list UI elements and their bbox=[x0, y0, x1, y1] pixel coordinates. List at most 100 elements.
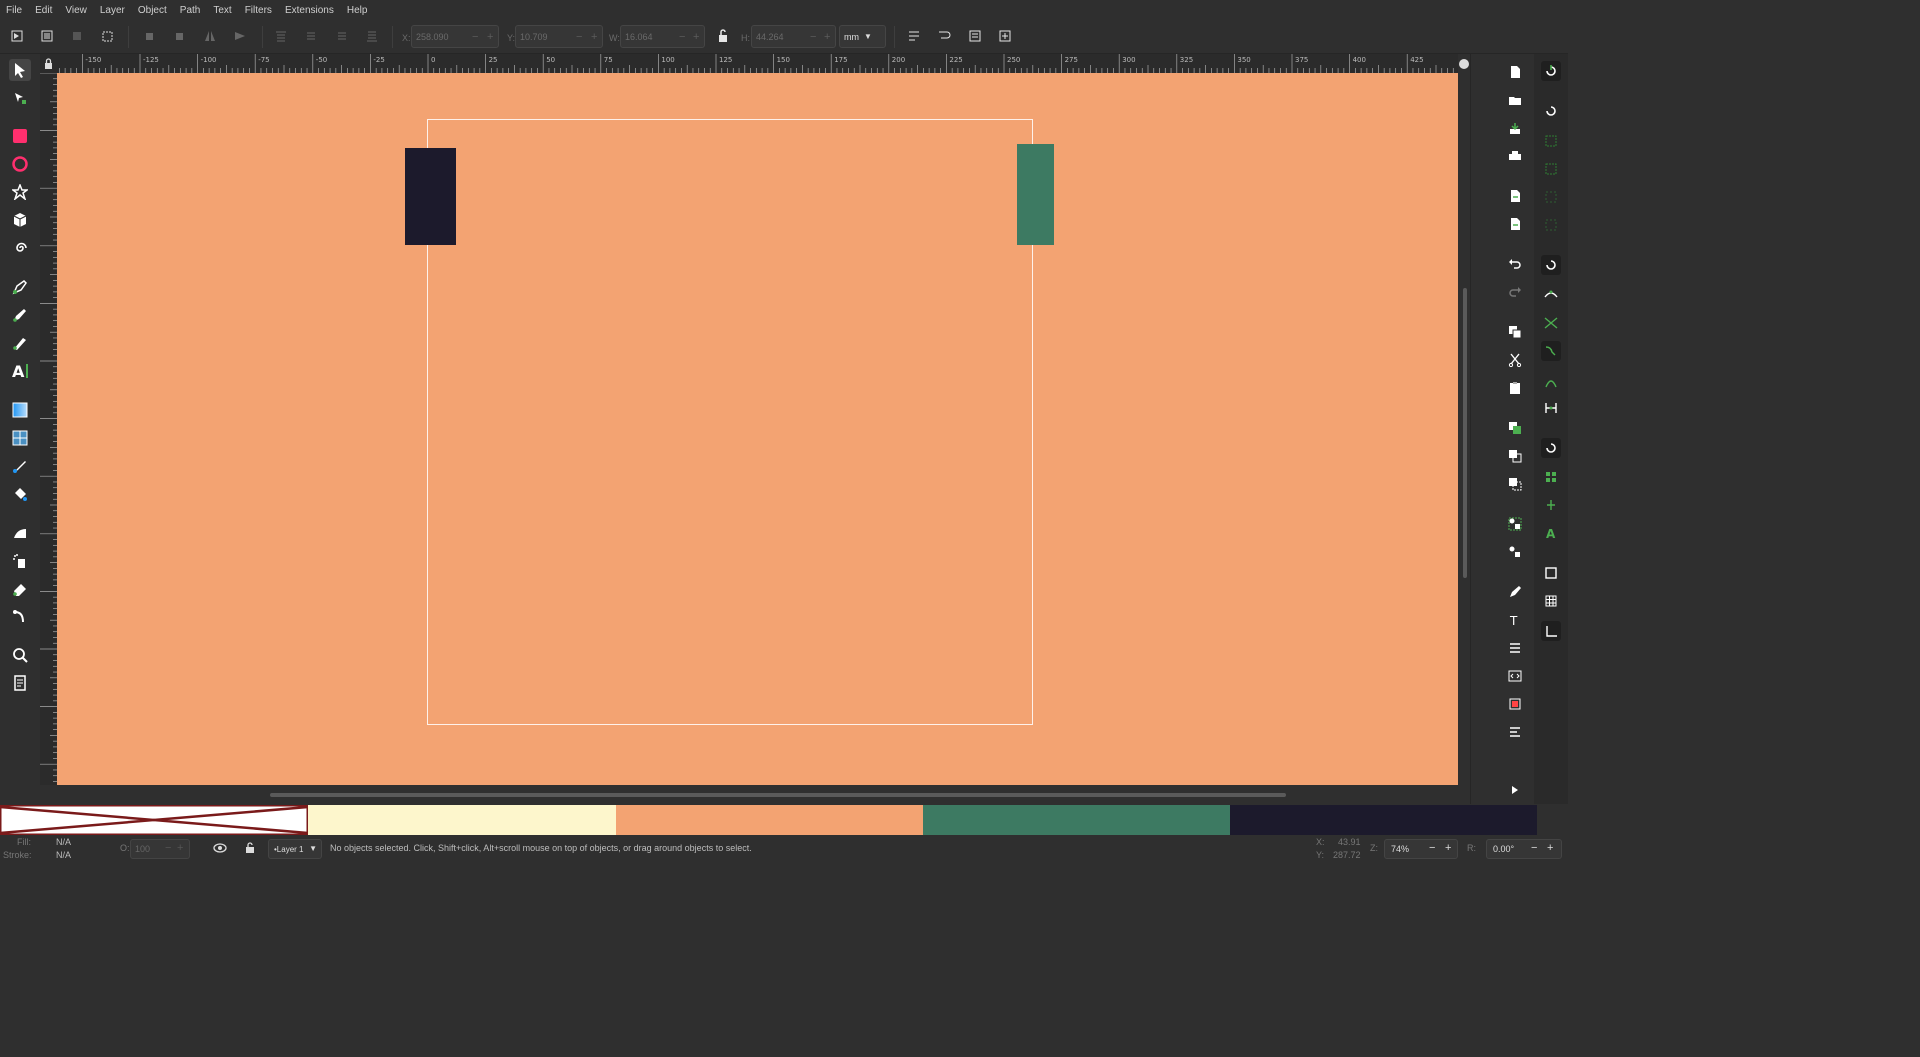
rectangle-tool-icon[interactable] bbox=[9, 125, 31, 147]
w-field[interactable]: 16.064 − + bbox=[620, 25, 705, 48]
menu-edit[interactable]: Edit bbox=[35, 5, 52, 16]
fill-stroke-icon[interactable] bbox=[1507, 584, 1523, 600]
touch-select-icon[interactable] bbox=[99, 27, 117, 45]
scale-radii-icon[interactable] bbox=[935, 27, 953, 45]
spiral-tool-icon[interactable] bbox=[9, 237, 31, 259]
minus-icon[interactable]: − bbox=[472, 31, 478, 43]
paste-icon[interactable] bbox=[1507, 380, 1523, 396]
swatch-cream[interactable] bbox=[308, 805, 616, 835]
snap-cusp-nodes-icon[interactable] bbox=[1541, 341, 1561, 361]
green-rectangle[interactable] bbox=[1017, 144, 1054, 245]
minus-icon[interactable]: − bbox=[679, 31, 685, 43]
snap-bbox-edges-icon[interactable] bbox=[1541, 131, 1561, 151]
plus-icon[interactable]: + bbox=[487, 31, 493, 43]
swatch-none[interactable] bbox=[0, 805, 308, 835]
mesh-tool-icon[interactable] bbox=[9, 427, 31, 449]
snap-guides-icon[interactable] bbox=[1541, 621, 1561, 641]
menu-view[interactable]: View bbox=[65, 5, 87, 16]
selector-tool-icon[interactable] bbox=[9, 59, 31, 81]
gradient-tool-icon[interactable] bbox=[9, 399, 31, 421]
snap-bbox-centers-icon[interactable] bbox=[1541, 215, 1561, 235]
print-icon[interactable] bbox=[1507, 148, 1523, 164]
menu-path[interactable]: Path bbox=[180, 5, 201, 16]
zoom-field[interactable]: 74% − + bbox=[1384, 839, 1458, 859]
group-icon[interactable] bbox=[1507, 516, 1523, 532]
scale-stroke-icon[interactable] bbox=[905, 27, 923, 45]
lock-guides-icon[interactable] bbox=[40, 54, 57, 73]
snap-bbox-icon[interactable] bbox=[1541, 101, 1561, 121]
node-tool-icon[interactable] bbox=[9, 87, 31, 109]
move-patterns-icon[interactable] bbox=[996, 27, 1014, 45]
rotation-field[interactable]: 0.00° − + bbox=[1486, 839, 1562, 859]
stroke-value[interactable]: N/A bbox=[56, 850, 71, 860]
snap-bbox-midpoints-icon[interactable] bbox=[1541, 187, 1561, 207]
expand-arrow-icon[interactable] bbox=[1507, 782, 1523, 798]
canvas[interactable] bbox=[57, 73, 1458, 785]
layer-select[interactable]: •Layer 1 ▼ bbox=[268, 839, 322, 859]
connector-tool-icon[interactable] bbox=[9, 606, 31, 628]
swatch-orange[interactable] bbox=[616, 805, 923, 835]
open-icon[interactable] bbox=[1507, 92, 1523, 108]
zoom-correction-icon[interactable] bbox=[1458, 56, 1470, 72]
lock-icon[interactable] bbox=[244, 841, 256, 856]
snap-others-icon[interactable] bbox=[1541, 438, 1561, 458]
minus-icon[interactable]: − bbox=[810, 31, 816, 43]
y-field[interactable]: 10.709 − + bbox=[515, 25, 603, 48]
menu-extensions[interactable]: Extensions bbox=[285, 5, 334, 16]
plus-icon[interactable]: + bbox=[591, 31, 597, 43]
select-all-icon[interactable] bbox=[8, 27, 26, 45]
snap-page-border-icon[interactable] bbox=[1541, 563, 1561, 583]
swatches-icon[interactable] bbox=[1507, 696, 1523, 712]
select-same-icon[interactable] bbox=[68, 27, 86, 45]
rotate-ccw-icon[interactable] bbox=[140, 27, 158, 45]
menu-object[interactable]: Object bbox=[138, 5, 167, 16]
lower-icon[interactable] bbox=[333, 27, 351, 45]
raise-icon[interactable] bbox=[302, 27, 320, 45]
text-font-icon[interactable]: T bbox=[1507, 612, 1523, 628]
export-icon[interactable] bbox=[1507, 216, 1523, 232]
eye-icon[interactable] bbox=[213, 842, 227, 856]
eraser-tool-icon[interactable] bbox=[9, 578, 31, 600]
vertical-scrollbar-thumb[interactable] bbox=[1463, 288, 1467, 578]
snap-object-centers-icon[interactable] bbox=[1541, 467, 1561, 487]
redo-icon[interactable] bbox=[1507, 284, 1523, 300]
menu-file[interactable]: File bbox=[6, 5, 22, 16]
copy-icon[interactable] bbox=[1507, 324, 1523, 340]
zoom-out-icon[interactable]: − bbox=[1429, 842, 1435, 854]
minus-icon[interactable]: − bbox=[165, 842, 171, 854]
minus-icon[interactable]: − bbox=[576, 31, 582, 43]
flip-horizontal-icon[interactable] bbox=[201, 27, 219, 45]
snap-text-baseline-icon[interactable]: A bbox=[1541, 523, 1561, 543]
align-distribute-icon[interactable] bbox=[1507, 724, 1523, 740]
h-field[interactable]: 44.264 − + bbox=[751, 25, 836, 48]
dropper-tool-icon[interactable] bbox=[9, 455, 31, 477]
unlink-clone-icon[interactable] bbox=[1507, 476, 1523, 492]
select-all-layers-icon[interactable] bbox=[38, 27, 56, 45]
menu-filters[interactable]: Filters bbox=[245, 5, 272, 16]
ellipse-tool-icon[interactable] bbox=[9, 153, 31, 175]
move-gradients-icon[interactable] bbox=[966, 27, 984, 45]
star-tool-icon[interactable] bbox=[9, 181, 31, 203]
x-field[interactable]: 258.090 − + bbox=[411, 25, 499, 48]
dark-rectangle[interactable] bbox=[405, 148, 456, 245]
menu-layer[interactable]: Layer bbox=[100, 5, 125, 16]
pages-tool-icon[interactable] bbox=[9, 672, 31, 694]
snap-toggle-icon[interactable] bbox=[1541, 61, 1561, 81]
spray-tool-icon[interactable] bbox=[9, 550, 31, 572]
text-tool-icon[interactable]: A bbox=[9, 360, 31, 382]
snap-smooth-nodes-icon[interactable] bbox=[1541, 373, 1561, 393]
pencil-tool-icon[interactable] bbox=[9, 304, 31, 326]
snap-bbox-corners-icon[interactable] bbox=[1541, 159, 1561, 179]
snap-intersections-icon[interactable] bbox=[1541, 313, 1561, 333]
plus-icon[interactable]: + bbox=[693, 31, 699, 43]
swatch-dark-navy[interactable] bbox=[1230, 805, 1537, 835]
tweak-tool-icon[interactable] bbox=[9, 522, 31, 544]
import-icon[interactable] bbox=[1507, 188, 1523, 204]
ungroup-icon[interactable] bbox=[1507, 544, 1523, 560]
horizontal-ruler[interactable]: -150 -125 -100 -75 -50 -25 0 25 50 75 100 125 150 175… bbox=[57, 54, 1458, 73]
plus-icon[interactable]: + bbox=[824, 31, 830, 43]
cut-icon[interactable] bbox=[1507, 352, 1523, 368]
rotate-minus-icon[interactable]: − bbox=[1531, 842, 1537, 854]
3d-box-tool-icon[interactable] bbox=[9, 209, 31, 231]
flip-vertical-icon[interactable] bbox=[231, 27, 249, 45]
